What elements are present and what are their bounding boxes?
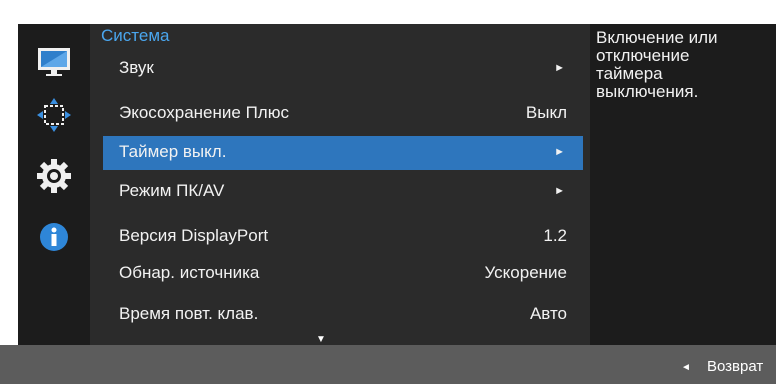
help-text-line: таймера: [596, 64, 663, 83]
menu-item-label: Обнар. источника: [119, 263, 260, 282]
scroll-down-icon[interactable]: ▼: [316, 334, 326, 345]
menu-item-label: Версия DisplayPort: [119, 226, 269, 245]
menu-item-label: Экосохранение Плюс: [119, 103, 289, 122]
osd-sidebar: [18, 24, 90, 345]
menu-item-label: Время повт. клав.: [119, 304, 259, 323]
menu-item-label: Режим ПК/AV: [119, 181, 225, 200]
system-menu: Система Звук ► Экосохранение Плюс Выкл Т…: [90, 24, 590, 345]
osd-bottom-bar: ◄ Возврат: [0, 345, 776, 384]
menu-item-displayport-version[interactable]: Версия DisplayPort 1.2: [103, 220, 583, 254]
menu-item-value: Ускорение: [484, 263, 568, 282]
help-text-line: Включение или: [596, 28, 718, 47]
help-text-line: отключение: [596, 46, 690, 65]
monitor-osd: Система Звук ► Экосохранение Плюс Выкл Т…: [0, 0, 776, 384]
menu-item-pc-av-mode[interactable]: Режим ПК/AV ►: [103, 175, 583, 209]
menu-item-value: 1.2: [543, 226, 567, 245]
menu-item-key-repeat-time[interactable]: Время повт. клав. Авто: [103, 298, 583, 332]
picture-icon[interactable]: [36, 44, 72, 80]
system-gear-icon[interactable]: [36, 158, 72, 194]
menu-item-source-detection[interactable]: Обнар. источника Ускорение: [103, 257, 583, 291]
menu-item-label: Звук: [119, 58, 154, 77]
menu-item-label: Таймер выкл.: [119, 142, 227, 161]
position-icon[interactable]: [36, 97, 72, 133]
help-panel: Включение или отключение таймера выключе…: [590, 24, 776, 345]
menu-item-eco-saving-plus[interactable]: Экосохранение Плюс Выкл: [103, 97, 583, 131]
return-arrow-icon[interactable]: ◄: [681, 362, 691, 373]
menu-item-value: Выкл: [525, 103, 567, 122]
menu-item-sound[interactable]: Звук ►: [103, 52, 583, 86]
submenu-arrow-icon: ►: [554, 146, 565, 158]
help-text: Включение или отключение таймера выключе…: [596, 29, 766, 101]
information-icon[interactable]: [36, 219, 72, 255]
return-button[interactable]: Возврат: [707, 358, 763, 375]
menu-item-value: Авто: [529, 304, 567, 323]
help-text-line: выключения.: [596, 82, 699, 101]
menu-item-off-timer[interactable]: Таймер выкл. ►: [103, 136, 583, 170]
submenu-arrow-icon: ►: [554, 62, 565, 74]
submenu-arrow-icon: ►: [554, 185, 565, 197]
